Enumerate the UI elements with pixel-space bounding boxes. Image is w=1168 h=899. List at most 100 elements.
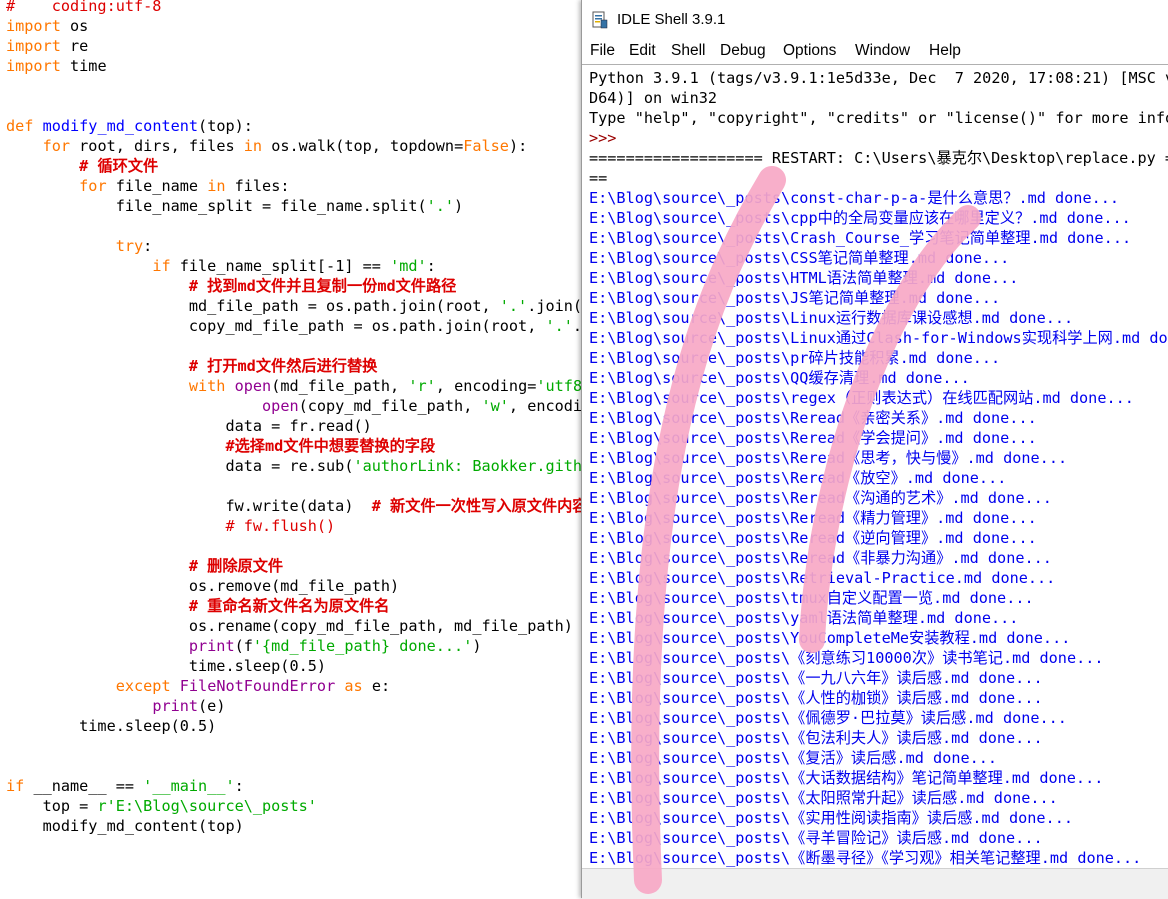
code-token: os xyxy=(60,17,89,35)
output-line: E:\Blog\source\_posts\CSS笔记简单整理.md done.… xyxy=(589,249,1010,267)
idle-shell-window[interactable]: IDLE Shell 3.9.1 File Edit Shell Debug Optio… xyxy=(581,0,1168,899)
code-token: data = fr.read() xyxy=(6,417,372,435)
menu-debug[interactable]: Debug xyxy=(720,42,766,60)
output-line: E:\Blog\source\_posts\《断墨寻径》《学习观》相关笔记整理.… xyxy=(589,849,1142,867)
title-bar[interactable]: IDLE Shell 3.9.1 xyxy=(582,0,1168,40)
code-token: e: xyxy=(362,677,391,695)
code-token: # 新文件一次性写入原文件内容 xyxy=(371,497,588,515)
code-token: 'md' xyxy=(390,257,427,275)
code-token: as xyxy=(344,677,363,695)
code-token: , encoding= xyxy=(435,377,537,395)
code-line: import re xyxy=(6,36,88,56)
output-line: E:\Blog\source\_posts\tmux自定义配置一览.md don… xyxy=(589,589,1034,607)
code-line: os.rename(copy_md_file_path, md_file_pat… xyxy=(6,616,573,636)
code-token: md_file_path = os.path.join(root, xyxy=(6,297,500,315)
code-token: '.' xyxy=(499,297,528,315)
code-token: 'r' xyxy=(408,377,436,395)
shell-banner-line: Python 3.9.1 (tags/v3.9.1:1e5d33e, Dec 7… xyxy=(589,69,1168,87)
code-token: os.remove(md_file_path) xyxy=(6,577,400,595)
code-token: os.walk(top, topdown= xyxy=(262,137,464,155)
shell-banner-line: D64)] on win32 xyxy=(589,89,718,107)
code-line: print(e) xyxy=(6,696,225,716)
code-line: for root, dirs, files in os.walk(top, to… xyxy=(6,136,528,156)
code-token: False xyxy=(463,137,509,155)
code-token: print xyxy=(152,697,199,715)
output-line: E:\Blog\source\_posts\Reread《逆向管理》.md do… xyxy=(589,529,1037,547)
code-token: with xyxy=(188,377,226,395)
code-line: # 打开md文件然后进行替换 xyxy=(6,356,377,376)
code-line: import os xyxy=(6,16,88,36)
output-line: E:\Blog\source\_posts\《大话数据结构》笔记简单整理.md … xyxy=(589,769,1104,787)
menu-edit[interactable]: Edit xyxy=(629,42,656,60)
status-bar xyxy=(582,868,1168,899)
code-token: (top): xyxy=(198,117,253,135)
code-token: open xyxy=(262,397,299,415)
code-token: (md_file_path, xyxy=(271,377,409,395)
code-line: for file_name in files: xyxy=(6,176,290,196)
menu-help[interactable]: Help xyxy=(929,42,961,60)
code-token: for xyxy=(42,137,71,155)
output-line: E:\Blog\source\_posts\QQ缓存清理.md done... xyxy=(589,369,970,387)
output-line: E:\Blog\source\_posts\Crash_Course_学习笔记简… xyxy=(589,229,1132,247)
output-line: E:\Blog\source\_posts\《一九八六年》读后感.md done… xyxy=(589,669,1043,687)
menu-file[interactable]: File xyxy=(590,42,615,60)
restart-line: =================== RESTART: C:\Users\暴克… xyxy=(589,149,1168,167)
code-token: copy_md_file_path = os.path.join(root, xyxy=(6,317,546,335)
code-line: def modify_md_content(top): xyxy=(6,116,253,136)
code-token: files: xyxy=(225,177,290,195)
output-line: E:\Blog\source\_posts\JS笔记简单整理.md done..… xyxy=(589,289,1001,307)
code-line: # fw.flush() xyxy=(6,516,335,536)
code-token: try xyxy=(115,237,144,255)
code-token: ): xyxy=(508,137,528,155)
code-token: def xyxy=(6,117,34,135)
code-token: import xyxy=(6,57,61,75)
output-line: E:\Blog\source\_posts\cpp中的全局变量应该在哪里定义？.… xyxy=(589,209,1131,227)
window-title: IDLE Shell 3.9.1 xyxy=(617,11,726,28)
code-line: top = r'E:\Blog\source\_posts' xyxy=(6,796,317,816)
code-line: except FileNotFoundError as e: xyxy=(6,676,390,696)
code-token: re xyxy=(60,37,89,55)
menu-options[interactable]: Options xyxy=(783,42,836,60)
code-token: # 循环文件 xyxy=(79,157,159,175)
shell-banner-line: Type "help", "copyright", "credits" or "… xyxy=(589,109,1168,127)
menu-window[interactable]: Window xyxy=(855,42,910,60)
code-line: # 循环文件 xyxy=(6,156,158,176)
code-token: # fw.flush() xyxy=(225,517,336,535)
code-line: if file_name_split[-1] == 'md': xyxy=(6,256,435,276)
code-line: fw.write(data) # 新文件一次性写入原文件内容 xyxy=(6,496,587,516)
code-token: # 找到md文件并且复制一份md文件路径 xyxy=(188,277,457,295)
output-line: E:\Blog\source\_posts\Reread《非暴力沟通》.md d… xyxy=(589,549,1052,567)
code-line: print(f'{md_file_path} done...') xyxy=(6,636,482,656)
code-token: fw.write(data) xyxy=(6,497,372,515)
code-token: except xyxy=(115,677,171,695)
code-token: #选择md文件中想要替换的字段 xyxy=(225,437,436,455)
shell-output[interactable]: Python 3.9.1 (tags/v3.9.1:1e5d33e, Dec 7… xyxy=(582,64,1168,869)
code-line: # 删除原文件 xyxy=(6,556,283,576)
menu-shell[interactable]: Shell xyxy=(671,42,705,60)
output-line: E:\Blog\source\_posts\Reread《学会提问》.md do… xyxy=(589,429,1037,447)
code-token: import xyxy=(6,37,61,55)
code-token: 'w' xyxy=(481,397,509,415)
code-token: time.sleep(0.5) xyxy=(6,717,217,735)
code-token: open xyxy=(234,377,272,395)
output-line: E:\Blog\source\_posts\Reread《放空》.md done… xyxy=(589,469,1007,487)
output-line: E:\Blog\source\_posts\《包法利夫人》读后感.md done… xyxy=(589,729,1043,747)
output-line: E:\Blog\source\_posts\《寻羊冒险记》读后感.md done… xyxy=(589,829,1043,847)
code-token: '.' xyxy=(426,197,455,215)
output-line: E:\Blog\source\_posts\HTML语法简单整理.md done… xyxy=(589,269,1019,287)
code-line: data = fr.read() xyxy=(6,416,372,436)
code-token: r'E:\Blog\source\_posts' xyxy=(97,797,317,815)
code-token: (copy_md_file_path, xyxy=(298,397,482,415)
code-line: if __name__ == '__main__': xyxy=(6,776,244,796)
output-line: E:\Blog\source\_posts\《实用性阅读指南》读后感.md do… xyxy=(589,809,1073,827)
code-token: : xyxy=(234,777,244,795)
code-token: file_name_split = file_name.split( xyxy=(6,197,427,215)
